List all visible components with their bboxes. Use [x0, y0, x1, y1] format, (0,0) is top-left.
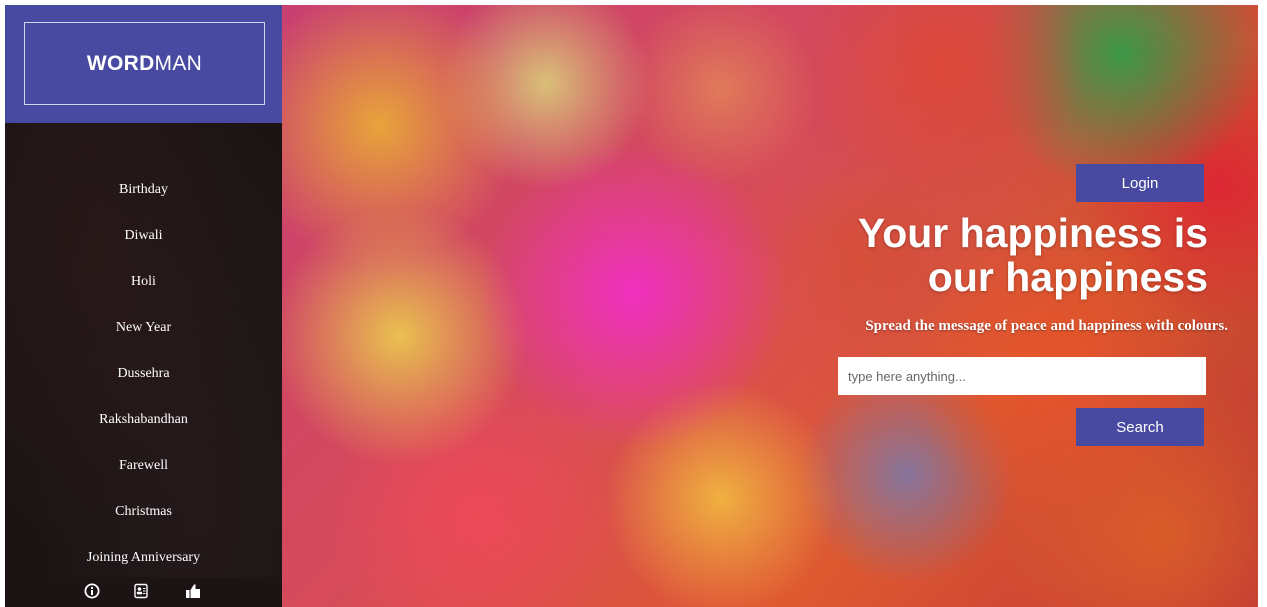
contact-card-icon[interactable] — [133, 583, 149, 599]
logo-frame[interactable]: WORDMAN — [24, 22, 265, 105]
hero-tagline: Spread the message of peace and happines… — [865, 318, 1228, 334]
nav-item-holi[interactable]: Holi — [5, 261, 282, 307]
sidebar-footer — [5, 577, 282, 607]
brand-logo-light: MAN — [154, 51, 203, 75]
nav-item-farewell[interactable]: Farewell — [5, 445, 282, 491]
nav-item-diwali[interactable]: Diwali — [5, 215, 282, 261]
login-button[interactable]: Login — [1076, 164, 1204, 202]
brand-logo: WORDMAN — [87, 52, 202, 76]
nav-item-birthday[interactable]: Birthday — [5, 169, 282, 215]
hero-headline-line1: Your happiness is — [857, 210, 1208, 256]
nav-item-christmas[interactable]: Christmas — [5, 491, 282, 537]
nav-item-rakshabandhan[interactable]: Rakshabandhan — [5, 399, 282, 445]
page-frame: WORDMAN Birthday Diwali Holi New Year Du… — [5, 5, 1258, 607]
hero-headline-line2: our happiness — [927, 254, 1208, 300]
nav-item-new-year[interactable]: New Year — [5, 307, 282, 353]
hero-banner: Login Your happiness is our happiness Sp… — [282, 5, 1258, 607]
brand-header: WORDMAN — [5, 5, 282, 123]
occasion-nav: Birthday Diwali Holi New Year Dussehra R… — [5, 169, 282, 583]
thumbs-up-icon[interactable] — [185, 583, 201, 599]
nav-item-dussehra[interactable]: Dussehra — [5, 353, 282, 399]
search-input[interactable] — [838, 357, 1206, 395]
search-button[interactable]: Search — [1076, 408, 1204, 446]
sidebar: WORDMAN Birthday Diwali Holi New Year Du… — [5, 5, 282, 607]
info-icon[interactable] — [84, 583, 100, 599]
hero-headline: Your happiness is our happiness — [608, 211, 1208, 299]
scrollbar-track[interactable] — [1258, 0, 1267, 607]
brand-logo-bold: WORD — [86, 51, 155, 75]
